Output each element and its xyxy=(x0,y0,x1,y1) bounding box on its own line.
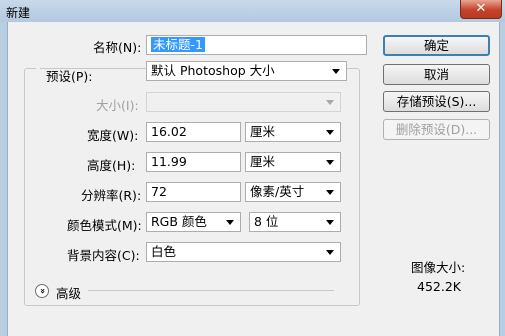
chevron-down-icon xyxy=(226,220,234,225)
chevron-down-icon xyxy=(326,250,334,255)
resolution-input[interactable]: 72 xyxy=(146,182,241,202)
chevron-down-icon xyxy=(332,69,340,74)
advanced-toggle-button[interactable]: » xyxy=(35,284,49,298)
chevron-down-icon xyxy=(326,190,334,195)
save-preset-button[interactable]: 存储预设(S)... xyxy=(383,91,490,112)
color-mode-label: 颜色模式(M): xyxy=(67,218,142,233)
height-unit-value: 厘米 xyxy=(250,154,276,169)
chevron-down-icon xyxy=(326,130,334,135)
title-bar[interactable]: 新建 ✕ xyxy=(0,0,505,22)
resolution-label: 分辨率(R): xyxy=(81,188,142,203)
close-button[interactable]: ✕ xyxy=(460,0,502,19)
window-frame-left xyxy=(0,22,7,336)
dialog-title: 新建 xyxy=(6,6,31,20)
chevron-down-icon xyxy=(326,220,334,225)
advanced-label[interactable]: 高级 xyxy=(56,283,81,302)
bit-depth-select[interactable]: 8 位 xyxy=(249,212,341,232)
cancel-button[interactable]: 取消 xyxy=(383,64,490,85)
chevron-down-icon xyxy=(326,100,334,105)
height-value: 11.99 xyxy=(151,154,187,169)
width-unit-value: 厘米 xyxy=(250,124,276,139)
size-label: 大小(I): xyxy=(96,98,139,113)
width-value: 16.02 xyxy=(151,124,187,139)
preset-group-header: 预设(P): xyxy=(36,62,93,84)
resolution-unit-select[interactable]: 像素/英寸 xyxy=(245,182,341,202)
resolution-unit-value: 像素/英寸 xyxy=(250,184,305,199)
preset-label: 预设(P): xyxy=(46,69,93,84)
preset-select[interactable]: 默认 Photoshop 大小 xyxy=(146,61,347,81)
color-mode-select[interactable]: RGB 颜色 xyxy=(146,212,241,232)
close-icon: ✕ xyxy=(475,1,487,16)
height-label: 高度(H): xyxy=(87,158,136,173)
width-label: 宽度(W): xyxy=(87,128,139,143)
width-input[interactable]: 16.02 xyxy=(146,122,241,142)
advanced-divider xyxy=(88,290,334,291)
color-mode-value: RGB 颜色 xyxy=(151,214,207,229)
width-unit-select[interactable]: 厘米 xyxy=(245,122,341,142)
background-select[interactable]: 白色 xyxy=(146,242,341,262)
chevron-down-icon: » xyxy=(36,288,47,294)
ok-button[interactable]: 确定 xyxy=(383,35,490,56)
image-size-value: 452.2K xyxy=(417,279,461,294)
delete-preset-button[interactable]: 删除预设(D)... xyxy=(383,119,490,140)
size-select[interactable] xyxy=(146,92,341,112)
name-input[interactable]: 未标题-1 xyxy=(146,35,367,55)
name-input-value: 未标题-1 xyxy=(151,37,205,52)
chevron-down-icon xyxy=(326,160,334,165)
height-input[interactable]: 11.99 xyxy=(146,152,241,172)
new-document-dialog: 新建 ✕ 名称(N): 未标题-1 预设(P): 默认 Photoshop 大小… xyxy=(0,0,505,336)
image-size-label: 图像大小: xyxy=(411,260,466,275)
background-label: 背景内容(C): xyxy=(67,248,140,263)
preset-value: 默认 Photoshop 大小 xyxy=(151,63,275,78)
height-unit-select[interactable]: 厘米 xyxy=(245,152,341,172)
background-value: 白色 xyxy=(151,244,177,259)
resolution-value: 72 xyxy=(151,184,167,199)
name-label: 名称(N): xyxy=(93,40,142,55)
bit-depth-value: 8 位 xyxy=(254,214,279,229)
